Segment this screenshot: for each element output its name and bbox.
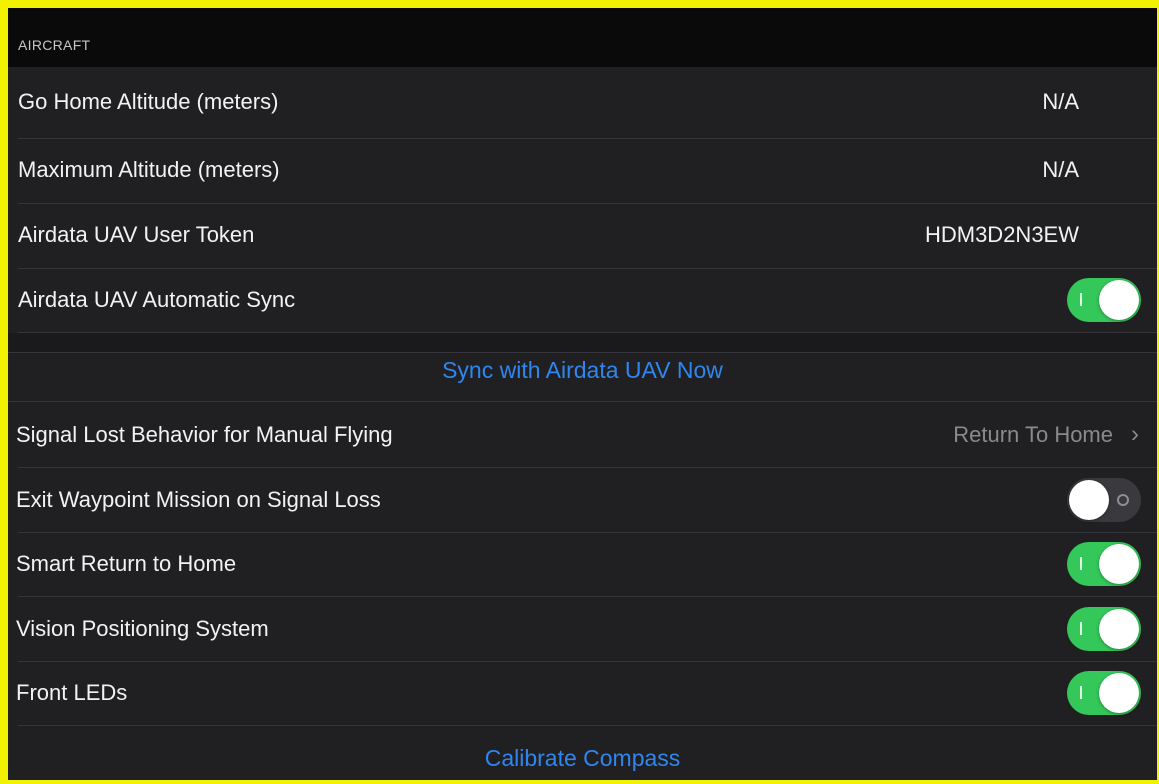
signal-lost-behavior-label: Signal Lost Behavior for Manual Flying xyxy=(16,422,393,447)
row-airdata-automatic-sync: Airdata UAV Automatic Sync xyxy=(8,268,1157,332)
sync-now-button[interactable]: Sync with Airdata UAV Now xyxy=(8,346,1157,394)
section-header: AIRCRAFT xyxy=(8,8,1157,67)
airdata-user-token-value: HDM3D2N3EW xyxy=(924,222,1079,247)
row-airdata-user-token[interactable]: Airdata UAV User Token HDM3D2N3EW xyxy=(8,203,1157,267)
go-home-altitude-label: Go Home Altitude (meters) xyxy=(18,89,279,114)
front-leds-toggle[interactable] xyxy=(1067,671,1141,715)
chevron-right-icon: › xyxy=(1131,420,1139,448)
row-signal-lost-behavior[interactable]: Signal Lost Behavior for Manual Flying R… xyxy=(8,403,1157,467)
toggle-knob xyxy=(1099,609,1139,649)
toggle-knob xyxy=(1099,673,1139,713)
section-header-label: AIRCRAFT xyxy=(18,37,91,53)
smart-return-to-home-label: Smart Return to Home xyxy=(16,551,237,576)
toggle-on-mark xyxy=(1080,557,1082,570)
row-maximum-altitude[interactable]: Maximum Altitude (meters) N/A xyxy=(8,138,1157,202)
smart-return-to-home-toggle[interactable] xyxy=(1067,542,1141,586)
settings-panel: Go Home Altitude (meters) N/A Maximum Al… xyxy=(8,67,1157,780)
vision-positioning-label: Vision Positioning System xyxy=(16,616,269,641)
airdata-automatic-sync-toggle[interactable] xyxy=(1067,278,1141,322)
row-smart-return-to-home: Smart Return to Home xyxy=(8,532,1157,596)
maximum-altitude-value: N/A xyxy=(1042,157,1079,182)
divider xyxy=(18,725,1157,726)
toggle-on-mark xyxy=(1080,622,1082,635)
signal-lost-behavior-value: Return To Home xyxy=(953,422,1113,447)
toggle-knob xyxy=(1069,480,1109,520)
calibrate-compass-button[interactable]: Calibrate Compass xyxy=(8,734,1157,780)
vision-positioning-toggle[interactable] xyxy=(1067,607,1141,651)
divider xyxy=(8,401,1157,402)
airdata-automatic-sync-label: Airdata UAV Automatic Sync xyxy=(18,287,296,312)
toggle-off-mark xyxy=(1117,494,1129,506)
toggle-on-mark xyxy=(1080,293,1082,306)
exit-waypoint-mission-label: Exit Waypoint Mission on Signal Loss xyxy=(16,487,381,512)
row-vision-positioning: Vision Positioning System xyxy=(8,597,1157,661)
airdata-user-token-label: Airdata UAV User Token xyxy=(18,222,255,247)
toggle-knob xyxy=(1099,544,1139,584)
row-exit-waypoint-mission: Exit Waypoint Mission on Signal Loss xyxy=(8,468,1157,532)
exit-waypoint-mission-toggle[interactable] xyxy=(1067,478,1141,522)
settings-window: AIRCRAFT Go Home Altitude (meters) N/A M… xyxy=(0,0,1159,784)
go-home-altitude-value: N/A xyxy=(1042,89,1079,114)
toggle-on-mark xyxy=(1080,686,1082,699)
front-leds-label: Front LEDs xyxy=(16,680,128,705)
row-go-home-altitude[interactable]: Go Home Altitude (meters) N/A xyxy=(8,70,1157,134)
row-front-leds: Front LEDs xyxy=(8,661,1157,725)
maximum-altitude-label: Maximum Altitude (meters) xyxy=(18,157,280,182)
toggle-knob xyxy=(1099,280,1139,320)
